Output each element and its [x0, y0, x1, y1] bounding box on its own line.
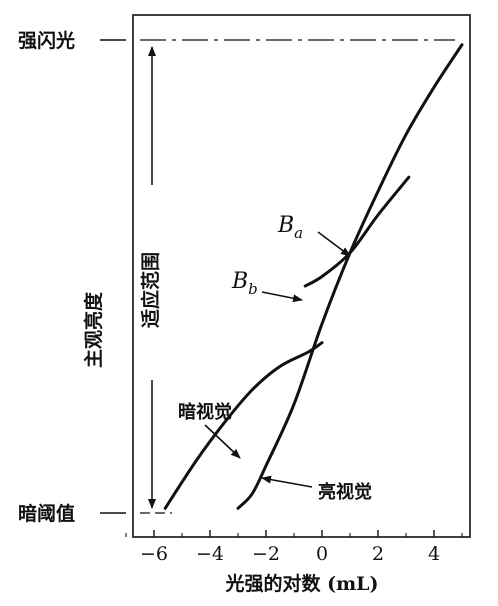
bottom-level-label: 暗阈值: [18, 502, 75, 525]
ba-pointer: [317, 231, 351, 257]
x-tick-label: 0: [316, 543, 328, 565]
plot-frame: [132, 14, 471, 538]
brightness-adaptation-diagram: 强闪光 暗阈值 主观亮度 适应范围 −6 −4 −2 0 2 4 光强的对数 (mL) B…: [18, 14, 471, 595]
bb-pointer: [261, 291, 303, 303]
bright-vision-label: 亮视觉: [318, 481, 372, 503]
range-label: 适应范围: [139, 252, 162, 328]
adaptation-curve-ba-bb: [303, 175, 411, 288]
y-axis-label: 主观亮度: [82, 291, 105, 368]
dark-vision-curve: [163, 341, 324, 510]
bb-label: Bb: [231, 269, 258, 298]
x-axis-label: 光强的对数 (mL): [224, 572, 378, 595]
top-level-label: 强闪光: [18, 29, 75, 52]
x-tick-label: −4: [196, 543, 224, 565]
ba-label: Ba: [277, 213, 303, 242]
x-axis: −6 −4 −2 0 2 4: [125, 530, 463, 565]
x-tick-label: 2: [372, 543, 384, 565]
curves: [163, 43, 464, 510]
dark-vision-label: 暗视觉: [178, 401, 232, 423]
x-tick-label: −2: [252, 543, 280, 565]
bright-vision-curve: [236, 43, 464, 510]
x-tick-label: 4: [428, 543, 440, 565]
x-tick-label: −6: [140, 543, 168, 565]
bright-vision-pointer: [261, 475, 313, 488]
